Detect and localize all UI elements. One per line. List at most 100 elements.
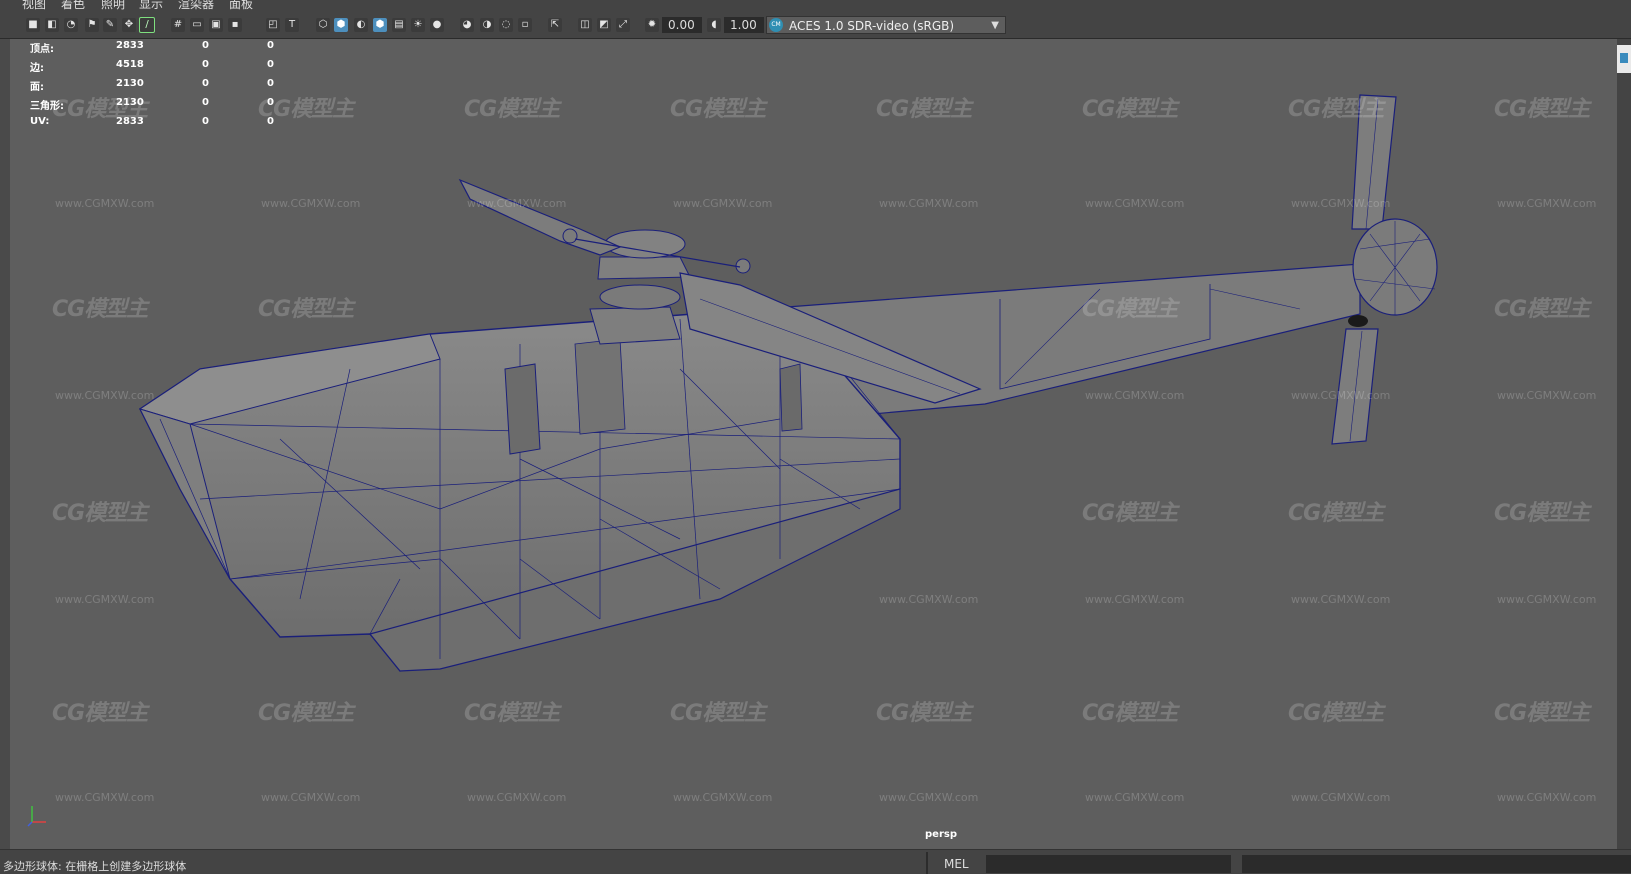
motion-blur-icon[interactable]: ◑ [480,18,494,32]
watermark-logo: CG模型主 [1288,97,1384,122]
bookmark-icon[interactable]: ◔ [64,18,78,32]
menu-show[interactable]: 显示 [139,0,163,10]
safe-title-icon[interactable]: T [285,18,299,32]
aa-icon[interactable]: ◌ [499,18,513,32]
watermark-url: www.CGMXW.com [673,197,773,210]
ao-icon[interactable]: ◕ [460,18,474,32]
watermark-url: www.CGMXW.com [261,791,361,804]
watermark-logo: CG模型主 [1288,701,1384,726]
watermark-logo: CG模型主 [464,701,560,726]
gamma-field[interactable]: 1.00 [724,17,764,33]
menu-lighting[interactable]: 照明 [101,0,125,10]
menu-renderer[interactable]: 渲染器 [178,0,214,10]
watermark-url: www.CGMXW.com [467,197,567,210]
watermark-logo: CG模型主 [1082,701,1178,726]
camera-attr-icon[interactable]: ◧ [45,18,59,32]
watermark-logo: CG模型主 [1082,97,1178,122]
safe-action-icon[interactable]: ◰ [266,18,280,32]
color-space-value: ACES 1.0 SDR-video (sRGB) [789,19,955,33]
wireframe-on-shaded-icon[interactable]: ⬢ [373,18,387,32]
pen-icon[interactable]: ✎ [103,18,117,32]
grid-icon[interactable]: # [171,18,185,32]
hud-icon[interactable]: ◩ [597,18,611,32]
watermark-logo: CG模型主 [1082,297,1178,322]
command-input[interactable] [986,855,1231,873]
watermark-url: www.CGMXW.com [1085,593,1185,606]
watermark-url: www.CGMXW.com [1291,389,1391,402]
watermark-logo: CG模型主 [670,97,766,122]
viewport-persp[interactable]: CG模型主 CG模型主 CG模型主 CG模型主 CG模型主 CG模型主 CG模型… [0,39,1617,849]
panel-tab-icon [1620,53,1628,63]
watermark-logo: CG模型主 [876,701,972,726]
menu-view[interactable]: 视图 [22,0,46,10]
select-icon[interactable]: ⇱ [548,18,562,32]
watermark-logo: CG模型主 [1494,701,1590,726]
hud-row-edges: 边: 4518 0 0 [30,59,274,74]
watermark-url: www.CGMXW.com [1085,791,1185,804]
shadow-icon[interactable]: ● [430,18,444,32]
tail-rotor-blade-bottom [1331,328,1379,445]
hud-row-uvs: UV: 2833 0 0 [30,116,274,127]
camera-label: persp [925,829,957,840]
watermark-url: www.CGMXW.com [1497,593,1597,606]
command-output [1242,855,1631,873]
isolate-icon[interactable]: ◫ [578,18,592,32]
watermark-url: www.CGMXW.com [879,593,979,606]
xray-icon[interactable]: ▤ [392,18,406,32]
watermark-url: www.CGMXW.com [1291,593,1391,606]
right-side-panel [1617,39,1631,849]
viewport-left-edge [0,39,10,849]
hud-row-triangles: 三角形: 2130 0 0 [30,97,274,112]
status-bar: 多边形球体: 在栅格上创建多边形球体 MEL [0,849,1631,874]
watermark-logo: CG模型主 [1494,97,1590,122]
helicopter-mesh [138,94,1438,672]
chevron-down-icon: ▼ [991,20,999,31]
watermark-url: www.CGMXW.com [879,197,979,210]
menu-bar: 视图 着色 照明 显示 渲染器 面板 [0,0,1631,12]
resolution-gate-icon[interactable]: ▣ [209,18,223,32]
flag-icon[interactable]: ⚑ [85,18,99,32]
color-management-icon[interactable]: CM [769,18,783,32]
watermark-logo: CG模型主 [52,701,148,726]
watermark-logo: CG模型主 [876,97,972,122]
watermark-url: www.CGMXW.com [467,791,567,804]
watermark-logo: CG模型主 [52,501,148,526]
gamma-icon[interactable]: ◖ [707,18,721,32]
film-gate-icon[interactable]: ▭ [190,18,204,32]
hud-row-faces: 面: 2130 0 0 [30,78,274,93]
watermark-url: www.CGMXW.com [879,791,979,804]
color-space-dropdown[interactable]: CM ACES 1.0 SDR-video (sRGB) ▼ [766,16,1006,34]
help-line: 多边形球体: 在栅格上创建多边形球体 [3,860,187,873]
grease-pencil-icon[interactable]: / [139,17,155,33]
panel-tab[interactable] [1617,45,1631,73]
menu-shading[interactable]: 着色 [61,0,85,10]
dof-icon[interactable]: ▫ [518,18,532,32]
exposure-field[interactable]: 0.00 [662,17,702,33]
gate-mask-icon[interactable]: ▪ [228,18,242,32]
watermark-url: www.CGMXW.com [1497,791,1597,804]
mel-label[interactable]: MEL [944,857,969,871]
main-rotor-blade-left [458,178,622,256]
watermark-url: www.CGMXW.com [261,197,361,210]
exposure-icon[interactable]: ✹ [645,18,659,32]
watermark-url: www.CGMXW.com [1497,197,1597,210]
watermark-logo: CG模型主 [258,701,354,726]
pan-icon[interactable]: ✥ [122,18,136,32]
watermark-logo: CG模型主 [1288,501,1384,526]
flat-shade-icon[interactable]: ◐ [354,18,368,32]
watermark-logo: CG模型主 [670,701,766,726]
expand-icon[interactable]: ⤢ [616,18,630,32]
watermark-logo: CG模型主 [1494,297,1590,322]
watermark-logo: CG模型主 [1082,501,1178,526]
smooth-shade-icon[interactable]: ⬢ [334,18,348,32]
rotor-mast [589,306,681,345]
watermark-url: www.CGMXW.com [1497,389,1597,402]
wireframe-icon[interactable]: ⬡ [316,18,330,32]
light-icon[interactable]: ☀ [411,18,425,32]
menu-panels[interactable]: 面板 [229,0,253,10]
camera-icon[interactable]: ■ [26,18,40,32]
watermark-url: www.CGMXW.com [55,791,155,804]
hud-row-vertices: 顶点: 2833 0 0 [30,40,274,55]
watermark-url: www.CGMXW.com [1085,389,1185,402]
watermark-logo: CG模型主 [52,297,148,322]
